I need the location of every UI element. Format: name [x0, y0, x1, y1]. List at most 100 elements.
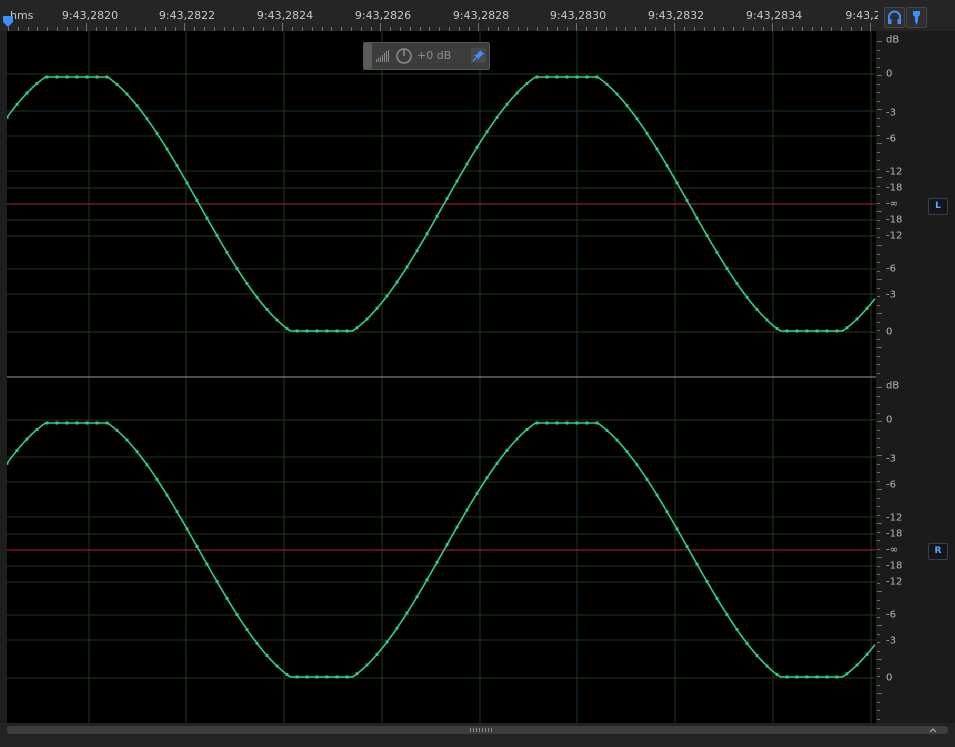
sample-point — [295, 675, 299, 679]
ruler-tick — [772, 23, 773, 31]
sample-point — [305, 329, 309, 333]
scale-tick — [877, 245, 882, 246]
waveform-view[interactable] — [5, 31, 876, 723]
hud-pin-button[interactable] — [471, 48, 486, 63]
sample-point — [315, 675, 319, 679]
ruler-time-label: 9:43,2820 — [61, 9, 119, 22]
scale-tick — [877, 566, 880, 567]
scale-tick — [877, 84, 880, 85]
scale-label: -∞ — [886, 198, 898, 210]
playhead-marker-icon[interactable] — [2, 16, 14, 28]
channel-badge-left[interactable]: L — [928, 198, 948, 215]
sample-point — [465, 162, 469, 166]
scale-tick — [877, 591, 882, 592]
sample-point — [345, 675, 349, 679]
scale-tick — [877, 279, 882, 280]
sample-point — [705, 580, 709, 584]
channel-badge-right[interactable]: R — [928, 543, 948, 560]
sample-point — [395, 280, 399, 284]
scale-tick — [877, 237, 880, 238]
sample-point — [185, 527, 189, 531]
sample-point — [65, 75, 69, 79]
sample-point — [425, 232, 429, 236]
scale-tick — [877, 92, 880, 93]
scale-label: -18 — [886, 214, 903, 226]
horizontal-scrollbar[interactable] — [7, 726, 948, 734]
ruler-time-label: 9:43,2822 — [158, 9, 216, 22]
scale-tick — [877, 203, 880, 204]
scale-label: dB — [886, 380, 900, 392]
sample-point — [65, 421, 69, 425]
ruler-time-label: 9:43,2830 — [549, 9, 607, 22]
top-right-controls — [878, 0, 955, 31]
sample-point — [155, 131, 159, 135]
sample-point — [445, 543, 449, 547]
sample-point — [625, 104, 629, 108]
sample-point — [475, 491, 479, 495]
sample-point — [545, 421, 549, 425]
scrollbar-grip[interactable] — [470, 728, 494, 732]
level-meter-icon — [376, 50, 389, 62]
sample-point — [615, 92, 619, 96]
sample-point — [605, 82, 609, 86]
sample-point — [735, 628, 739, 632]
sample-point — [455, 179, 459, 183]
sample-point — [535, 421, 539, 425]
sample-point — [485, 130, 489, 134]
sample-point — [145, 117, 149, 121]
scale-label: -3 — [886, 453, 896, 465]
scale-tick — [877, 220, 880, 221]
sample-point — [335, 329, 339, 333]
sample-point — [215, 580, 219, 584]
sample-point — [15, 102, 19, 106]
scale-label: -12 — [886, 576, 903, 588]
scale-tick — [877, 668, 880, 669]
sample-point — [645, 477, 649, 481]
sample-point — [145, 463, 149, 467]
sample-point — [765, 318, 769, 322]
sample-point — [235, 267, 239, 271]
power-icon[interactable] — [395, 47, 413, 65]
sample-point — [205, 216, 209, 220]
scale-tick — [877, 489, 882, 490]
scale-tick — [877, 313, 882, 314]
scale-tick — [877, 464, 880, 465]
scale-tick — [877, 438, 880, 439]
hud-grip-handle[interactable] — [364, 43, 372, 69]
sample-point — [385, 294, 389, 298]
scale-tick — [877, 305, 880, 306]
sample-point — [825, 675, 829, 679]
sample-point — [5, 115, 9, 119]
sample-point — [235, 613, 239, 617]
chevron-up-icon[interactable] — [928, 726, 938, 734]
sample-point — [95, 421, 99, 425]
gain-hud[interactable]: +0 dB — [363, 42, 490, 70]
headphones-button[interactable] — [884, 7, 905, 28]
scale-tick — [877, 642, 880, 643]
sample-point — [555, 421, 559, 425]
amplitude-scale[interactable]: dB 0 -3 -6 -12 -18 -∞ -18 -12 -6 -3 0 dB 0 -3 -6 -12 -18 -… — [876, 31, 955, 723]
sample-point — [805, 675, 809, 679]
scale-label: -∞ — [886, 544, 898, 556]
ruler-tick — [282, 23, 283, 31]
sample-point — [385, 640, 389, 644]
scale-tick — [877, 296, 880, 297]
scale-tick — [877, 152, 880, 153]
time-ruler[interactable]: hms 9:43,2820 9:43,2822 9:43,2824 9:43,2… — [0, 0, 881, 32]
sample-point — [255, 295, 259, 299]
pin-button[interactable] — [906, 7, 927, 28]
sample-point — [715, 596, 719, 600]
scale-tick — [877, 651, 880, 652]
sample-point — [595, 75, 599, 79]
sample-point — [815, 329, 819, 333]
sample-point — [585, 421, 589, 425]
sample-point — [185, 181, 189, 185]
sample-point — [365, 317, 369, 321]
scale-tick — [877, 58, 880, 59]
scale-tick — [877, 455, 882, 456]
gain-value[interactable]: +0 dB — [417, 49, 451, 62]
sample-point — [635, 117, 639, 121]
sample-point — [155, 477, 159, 481]
ruler-time-label: 9:43,2834 — [745, 9, 803, 22]
sample-point — [725, 613, 729, 617]
